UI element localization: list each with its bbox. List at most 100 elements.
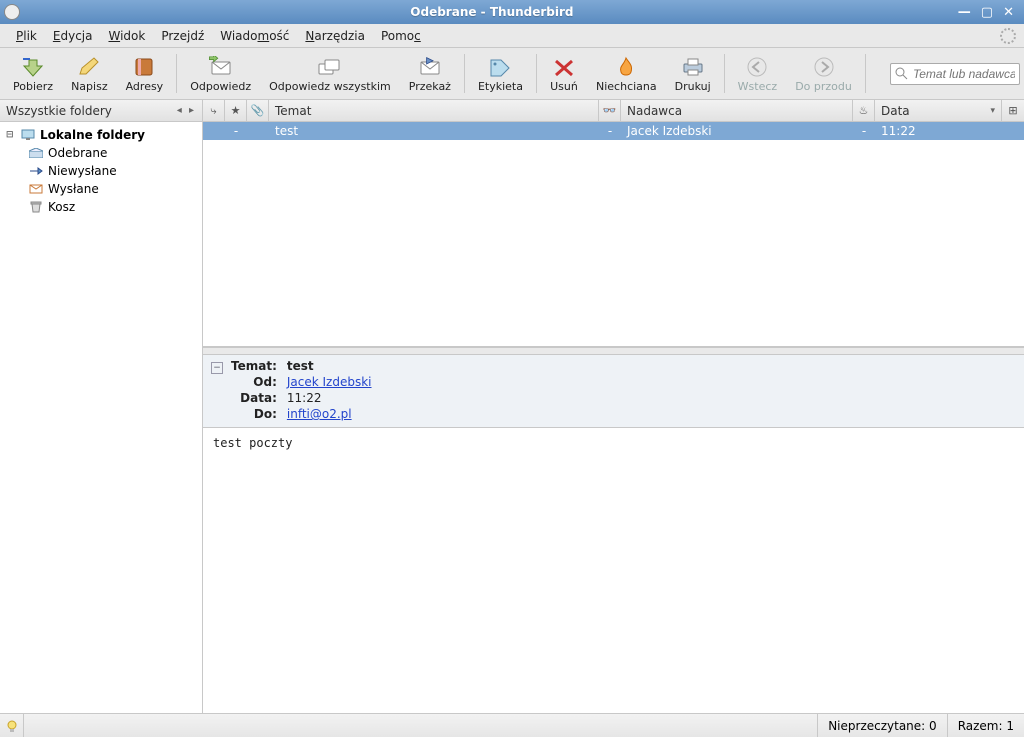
search-box[interactable] [890,63,1020,85]
compose-button[interactable]: Napisz [62,50,117,97]
reply-all-button[interactable]: Odpowiedz wszystkim [260,50,400,97]
message-row[interactable]: - test - Jacek Izdebski - 11:22 [203,122,1024,140]
message-list[interactable]: - test - Jacek Izdebski - 11:22 [203,122,1024,347]
forward-label: Przekaż [409,80,451,93]
print-button[interactable]: Drukuj [666,50,720,97]
menu-przejdz[interactable]: Przejdź [153,27,212,45]
address-book-label: Adresy [126,80,164,93]
throbber-icon [1000,28,1016,44]
collapse-header-button[interactable]: − [211,362,223,374]
folder-trash[interactable]: Kosz [2,198,200,216]
minimize-icon[interactable]: — [958,5,971,20]
col-star[interactable]: ★ [225,100,247,121]
forward-nav-label: Do przodu [795,80,852,93]
folder-inbox-label: Odebrane [48,146,107,160]
col-junk[interactable]: ♨ [853,100,875,121]
maximize-icon[interactable]: ▢ [981,5,993,20]
col-thread[interactable]: ⤷ [203,100,225,121]
header-from-link[interactable]: Jacek Izdebski [287,375,372,389]
sent-icon [28,182,44,196]
menu-narzedzia[interactable]: Narzędzia [297,27,373,45]
header-date-value: 11:22 [287,391,372,405]
app-icon [4,4,20,20]
reply-icon [207,55,235,79]
tag-icon [486,55,514,79]
col-subject[interactable]: Temat [269,100,599,121]
back-button[interactable]: Wstecz [729,50,787,97]
folder-pane-nav[interactable]: ◂ ▸ [177,105,196,116]
flame-icon [612,55,640,79]
tag-button[interactable]: Etykieta [469,50,532,97]
toolbar-separator [865,54,866,93]
attachment-icon: 📎 [251,104,265,117]
delete-icon [550,55,578,79]
column-picker-icon: ⊞ [1008,104,1017,117]
header-to-link[interactable]: infti@o2.pl [287,407,352,421]
menu-widok[interactable]: Widok [100,27,153,45]
search-input[interactable] [913,67,1015,81]
folder-unsent[interactable]: Niewysłane [2,162,200,180]
menu-plik[interactable]: Plik [8,27,45,45]
reply-button[interactable]: Odpowiedz [181,50,260,97]
reply-label: Odpowiedz [190,80,251,93]
message-list-header: ⤷ ★ 📎 Temat 👓 Nadawca ♨ Data▾ ⊞ [203,100,1024,122]
thread-icon: ⤷ [210,104,216,118]
col-picker[interactable]: ⊞ [1002,100,1024,121]
status-unread: Nieprzeczytane: 0 [817,714,946,737]
header-subject-label: Temat: [231,359,277,373]
junk-button[interactable]: Niechciana [587,50,666,97]
close-icon[interactable]: ✕ [1003,5,1014,20]
arrow-left-icon [743,55,771,79]
message-subject: test [269,124,599,138]
folder-sent-label: Wysłane [48,182,99,196]
folder-pane: Wszystkie foldery ◂ ▸ ⊟ Lokalne foldery … [0,100,203,713]
toolbar-separator [464,54,465,93]
reply-all-icon [316,55,344,79]
get-mail-button[interactable]: Pobierz [4,50,62,97]
reply-all-label: Odpowiedz wszystkim [269,80,391,93]
message-header-pane: − Temat: test Od: Jacek Izdebski Data: 1… [203,355,1024,428]
unsent-icon [28,164,44,178]
book-icon [130,55,158,79]
col-read[interactable]: 👓 [599,100,621,121]
delete-button[interactable]: Usuń [541,50,587,97]
get-mail-label: Pobierz [13,80,53,93]
trash-icon [28,200,44,214]
forward-button[interactable]: Przekaż [400,50,460,97]
folder-trash-label: Kosz [48,200,75,214]
online-indicator[interactable] [0,714,24,737]
computer-icon [20,128,36,142]
menu-pomoc[interactable]: Pomoc [373,27,429,45]
expander-icon[interactable]: ⊟ [6,130,16,140]
address-book-button[interactable]: Adresy [117,50,173,97]
search-icon [895,67,909,81]
download-icon [19,55,47,79]
header-date-label: Data: [231,391,277,405]
toolbar-separator [724,54,725,93]
col-attachment[interactable]: 📎 [247,100,269,121]
toolbar-separator [176,54,177,93]
folder-inbox[interactable]: Odebrane [2,144,200,162]
col-sender[interactable]: Nadawca [621,100,853,121]
window-title: Odebrane - Thunderbird [26,5,958,19]
menu-edycja[interactable]: Edycja [45,27,101,45]
message-sender: Jacek Izdebski [621,124,853,138]
arrow-right-icon [810,55,838,79]
menu-wiadomosc[interactable]: Wiadomość [212,27,297,45]
toolbar: Pobierz Napisz Adresy Odpowiedz Odpowied… [0,48,1024,100]
folder-sent[interactable]: Wysłane [2,180,200,198]
col-date[interactable]: Data▾ [875,100,1002,121]
back-label: Wstecz [738,80,778,93]
splitter[interactable] [203,347,1024,355]
header-from-label: Od: [231,375,277,389]
junk-label: Niechciana [596,80,657,93]
forward-nav-button[interactable]: Do przodu [786,50,861,97]
forward-icon [416,55,444,79]
star-icon: ★ [231,104,241,117]
folder-local[interactable]: ⊟ Lokalne foldery [2,126,200,144]
pencil-icon [75,55,103,79]
status-total: Razem: 1 [947,714,1024,737]
message-date: 11:22 [875,124,1024,138]
header-to-label: Do: [231,407,277,421]
printer-icon [679,55,707,79]
